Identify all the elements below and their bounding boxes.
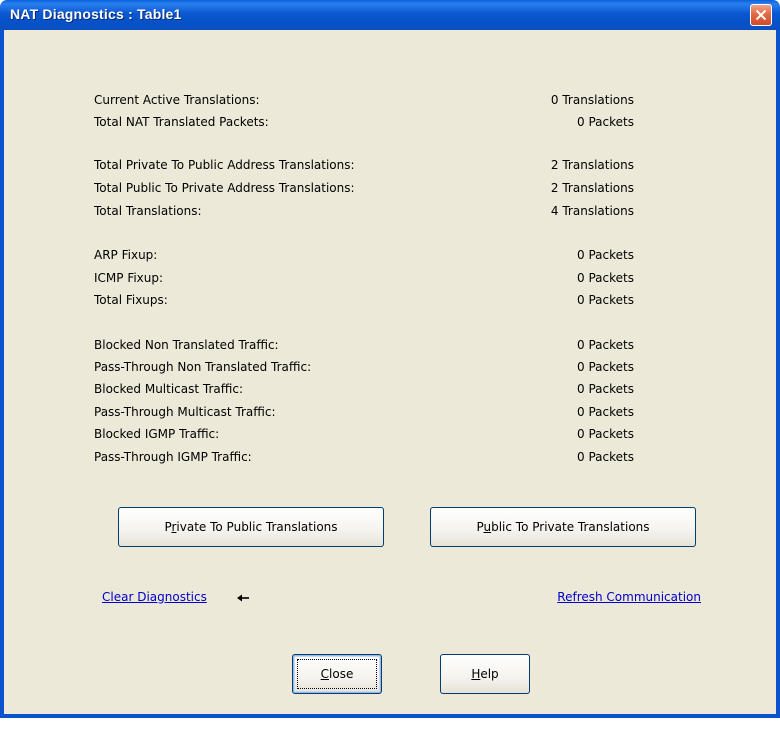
private-to-public-translations-button[interactable]: Private To Public Translations [118, 507, 384, 547]
stat-label: Total NAT Translated Packets: [94, 115, 269, 129]
stat-value: 0 Translations [550, 93, 634, 107]
button-label: ivate To Public Translations [176, 520, 338, 534]
stat-value: 4 Translations [550, 204, 634, 218]
dialog-body: Current Active Translations: 0 Translati… [0, 30, 780, 718]
stat-label: Pass-Through Non Translated Traffic: [94, 360, 312, 374]
stat-value: 0 Packets [577, 271, 634, 285]
stat-value: 0 Packets [577, 382, 634, 396]
stat-label: Total Translations: [94, 204, 202, 218]
clear-diagnostics-link[interactable]: Clear Diagnostics [102, 590, 207, 604]
stat-value: 0 Packets [577, 360, 634, 374]
stat-label: ICMP Fixup: [94, 271, 164, 285]
stat-label: Total Public To Private Address Translat… [94, 181, 355, 195]
stat-label: Blocked Non Translated Traffic: [94, 338, 279, 352]
button-label: blic To Private Translations [491, 520, 650, 534]
close-icon [755, 9, 767, 21]
window-title: NAT Diagnostics : Table1 [10, 6, 182, 22]
close-button[interactable]: Close [292, 654, 382, 694]
stat-value: 0 Packets [577, 115, 634, 129]
stat-value: 2 Translations [550, 158, 634, 172]
stat-value: 0 Packets [577, 405, 634, 419]
stat-label: Total Fixups: [94, 293, 168, 307]
stat-value: 0 Packets [577, 248, 634, 262]
stat-value: 0 Packets [577, 293, 634, 307]
stat-label: Current Active Translations: [94, 93, 260, 107]
button-label: elp [480, 667, 499, 681]
help-button[interactable]: Help [440, 654, 530, 694]
stat-label: Blocked IGMP Traffic: [94, 427, 220, 441]
stat-value: 0 Packets [577, 338, 634, 352]
arrow-left-icon [237, 594, 249, 602]
stat-label: Pass-Through Multicast Traffic: [94, 405, 276, 419]
stat-label: Blocked Multicast Traffic: [94, 382, 243, 396]
button-mnemonic: H [471, 667, 481, 681]
stat-label: Total Private To Public Address Translat… [94, 158, 355, 172]
stat-value: 0 Packets [577, 450, 634, 464]
stat-value: 2 Translations [550, 181, 634, 195]
nat-diagnostics-dialog: NAT Diagnostics : Table1 Current Active … [0, 0, 780, 718]
stat-value: 0 Packets [577, 427, 634, 441]
refresh-communication-link[interactable]: Refresh Communication [557, 590, 701, 604]
focus-rectangle [297, 659, 377, 689]
title-bar[interactable]: NAT Diagnostics : Table1 [0, 0, 780, 30]
close-window-button[interactable] [750, 4, 772, 26]
stat-label: ARP Fixup: [94, 248, 158, 262]
button-mnemonic: u [483, 520, 492, 534]
public-to-private-translations-button[interactable]: Public To Private Translations [430, 507, 696, 547]
stat-label: Pass-Through IGMP Traffic: [94, 450, 252, 464]
